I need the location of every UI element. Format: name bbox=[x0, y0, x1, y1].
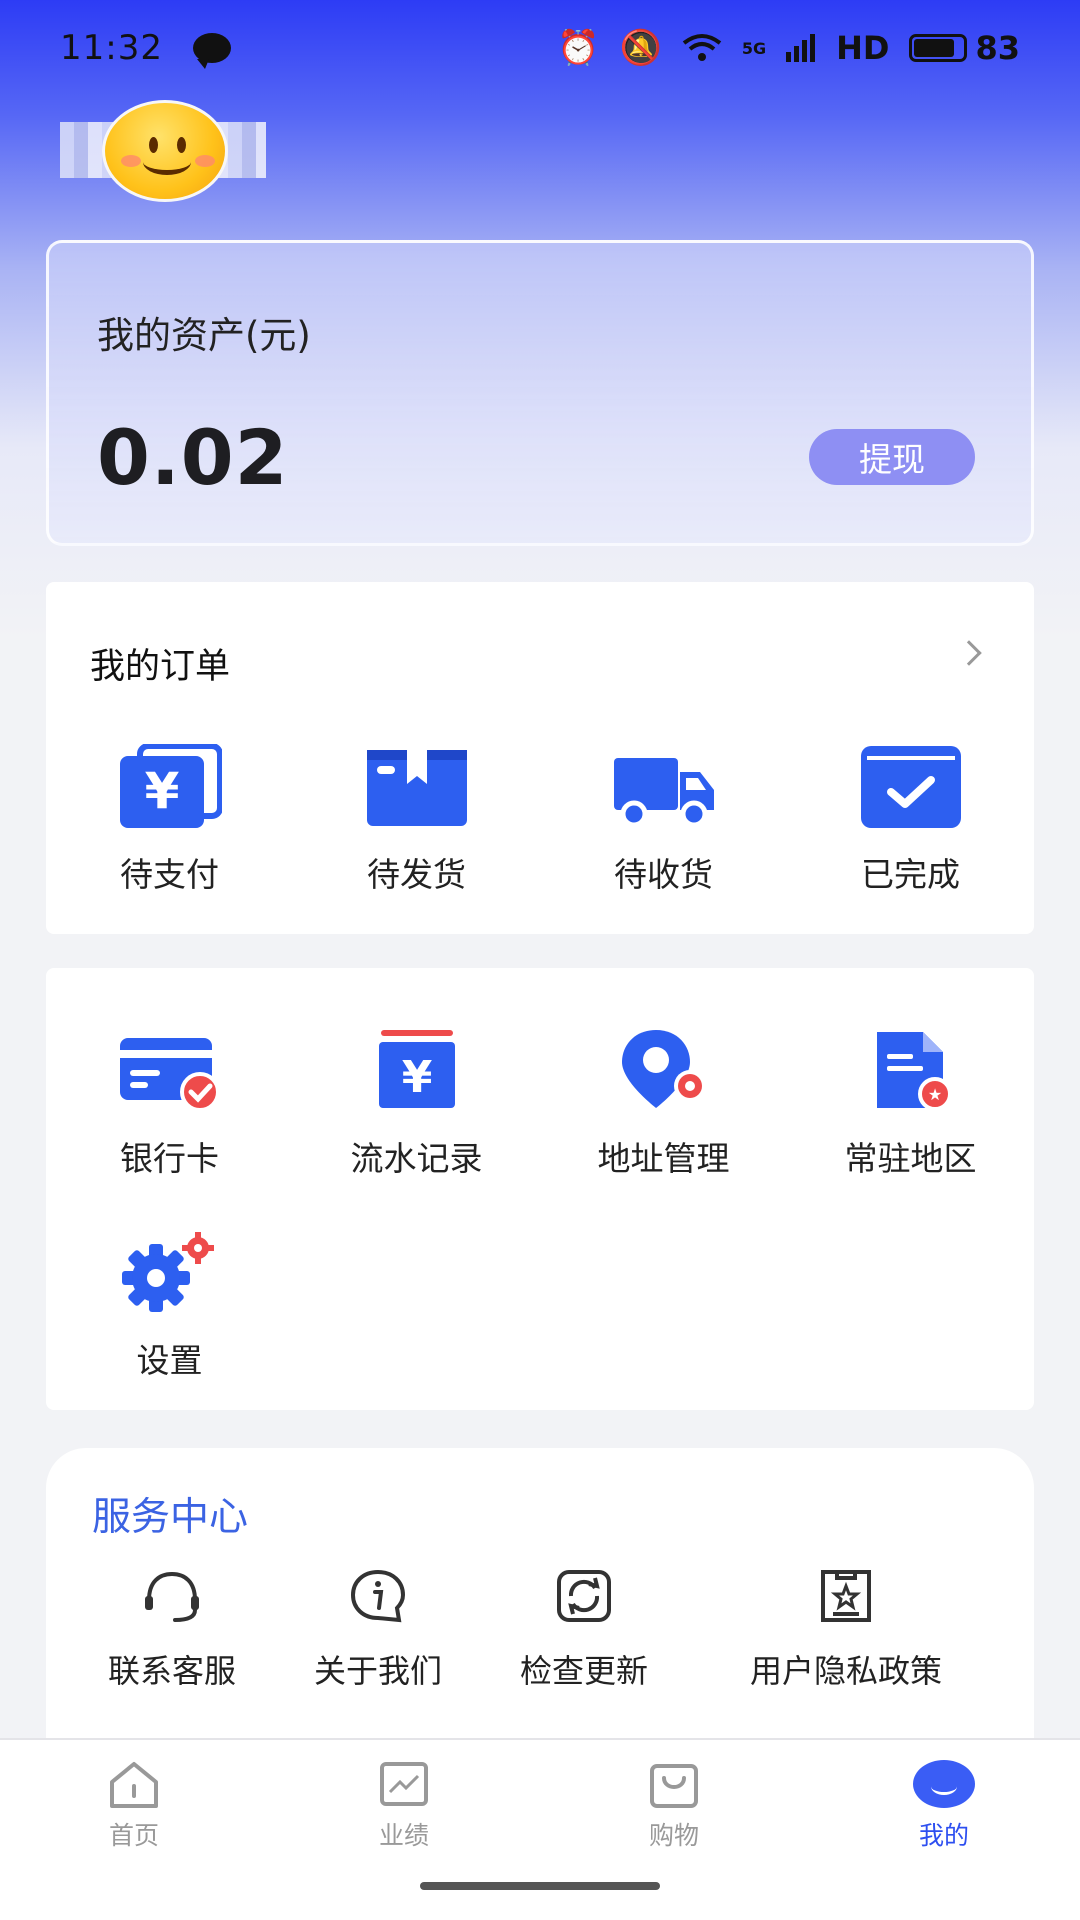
service-check-update[interactable]: 检查更新 bbox=[506, 1568, 662, 1692]
tool-label: 设置 bbox=[136, 1341, 203, 1380]
shopping-bag-icon bbox=[650, 1764, 698, 1808]
refresh-icon bbox=[557, 1570, 611, 1622]
yen-card-icon: ¥ bbox=[119, 744, 222, 828]
package-box-icon bbox=[366, 750, 467, 826]
tools-grid-row-2: 设置 bbox=[46, 1230, 1034, 1382]
service-contact[interactable]: 联系客服 bbox=[94, 1568, 250, 1692]
service-label: 联系客服 bbox=[107, 1652, 236, 1690]
alarm-icon: ⏰ bbox=[557, 28, 600, 68]
order-pending-shipment[interactable]: 待发货 bbox=[293, 744, 540, 896]
asset-title: 我的资产(元) bbox=[97, 314, 311, 357]
service-center-title: 服务中心 bbox=[92, 1495, 249, 1540]
withdraw-button[interactable]: 提现 bbox=[809, 429, 975, 485]
info-bubble-icon bbox=[350, 1569, 406, 1623]
orders-grid: ¥ 待支付 待发货 待收货 已完成 bbox=[46, 744, 1034, 896]
document-badge-icon: ★ bbox=[876, 1032, 952, 1111]
signal-icon bbox=[786, 34, 816, 62]
tool-label: 银行卡 bbox=[120, 1139, 219, 1178]
order-completed[interactable]: 已完成 bbox=[787, 744, 1034, 896]
svg-text:¥: ¥ bbox=[144, 762, 179, 820]
chevron-right-icon[interactable] bbox=[956, 640, 982, 666]
nav-label: 我的 bbox=[918, 1821, 969, 1850]
status-bar: 11:32 ⏰ 🔕 5G HD 83 bbox=[0, 0, 1080, 96]
tools-grid-row-1: 银行卡 ¥ 流水记录 地址管理 ★ 常驻地区 bbox=[46, 1028, 1034, 1180]
smiley-face-icon[interactable] bbox=[102, 100, 228, 202]
service-label: 检查更新 bbox=[519, 1652, 648, 1690]
user-header[interactable] bbox=[60, 100, 266, 202]
battery-icon bbox=[909, 34, 968, 62]
tool-label: 流水记录 bbox=[350, 1139, 483, 1178]
order-pending-receipt[interactable]: 待收货 bbox=[540, 744, 787, 896]
ledger-icon: ¥ bbox=[378, 1030, 455, 1108]
order-pending-payment[interactable]: ¥ 待支付 bbox=[46, 744, 293, 896]
orders-card: 我的订单 ¥ 待支付 待发货 待收货 已完成 bbox=[46, 582, 1034, 934]
chart-icon bbox=[380, 1762, 428, 1806]
nav-me[interactable]: 我的 bbox=[864, 1760, 1024, 1852]
service-label: 用户隐私政策 bbox=[749, 1652, 942, 1690]
home-indicator[interactable] bbox=[420, 1882, 660, 1890]
service-center-card: 服务中心 联系客服 关于我们 检查更新 用户隐私政策 bbox=[46, 1448, 1034, 1738]
order-label: 待支付 bbox=[120, 855, 219, 894]
bottom-nav: 首页 业绩 购物 我的 bbox=[0, 1738, 1080, 1920]
battery-indicator: 83 bbox=[909, 29, 1020, 67]
check-box-icon bbox=[860, 746, 961, 828]
nav-label: 业绩 bbox=[378, 1821, 429, 1850]
home-icon bbox=[110, 1762, 158, 1808]
nav-label: 首页 bbox=[108, 1821, 159, 1850]
status-time: 11:32 bbox=[60, 28, 163, 68]
mute-bell-icon: 🔕 bbox=[619, 28, 662, 68]
location-settings-icon bbox=[621, 1030, 706, 1108]
battery-level: 83 bbox=[975, 29, 1020, 67]
service-privacy-policy[interactable]: 用户隐私政策 bbox=[730, 1568, 962, 1692]
tool-bank-card[interactable]: 银行卡 bbox=[46, 1028, 293, 1180]
hd-label: HD bbox=[836, 29, 890, 67]
orders-title[interactable]: 我的订单 bbox=[90, 638, 230, 689]
privacy-doc-icon bbox=[821, 1570, 871, 1622]
tool-ledger[interactable]: ¥ 流水记录 bbox=[293, 1028, 540, 1180]
service-about[interactable]: 关于我们 bbox=[300, 1568, 456, 1692]
order-label: 待发货 bbox=[367, 855, 466, 894]
tool-label: 常驻地区 bbox=[844, 1139, 977, 1178]
wifi-icon bbox=[682, 34, 722, 61]
network-label: 5G bbox=[741, 38, 767, 58]
truck-icon bbox=[613, 758, 714, 828]
nav-shopping[interactable]: 购物 bbox=[594, 1760, 754, 1852]
profile-icon bbox=[913, 1760, 975, 1808]
tool-settings[interactable]: 设置 bbox=[46, 1230, 293, 1382]
order-label: 已完成 bbox=[861, 855, 960, 894]
nav-home[interactable]: 首页 bbox=[54, 1760, 214, 1852]
tool-address[interactable]: 地址管理 bbox=[540, 1028, 787, 1180]
service-row: 联系客服 关于我们 检查更新 用户隐私政策 bbox=[46, 1568, 1034, 1738]
nav-performance[interactable]: 业绩 bbox=[324, 1760, 484, 1852]
gear-icon bbox=[121, 1232, 214, 1312]
nav-label: 购物 bbox=[648, 1821, 699, 1850]
headset-icon bbox=[145, 1571, 199, 1622]
svg-text:★: ★ bbox=[927, 1085, 941, 1104]
message-icon bbox=[192, 33, 231, 69]
asset-card: 我的资产(元) 0.02 提现 bbox=[46, 240, 1034, 546]
order-label: 待收货 bbox=[614, 855, 713, 894]
tools-card: 银行卡 ¥ 流水记录 地址管理 ★ 常驻地区 设置 bbox=[46, 968, 1034, 1410]
svg-text:¥: ¥ bbox=[401, 1052, 432, 1103]
tool-label: 地址管理 bbox=[597, 1139, 730, 1178]
bank-card-icon bbox=[119, 1038, 220, 1112]
asset-value: 0.02 bbox=[97, 413, 289, 502]
service-label: 关于我们 bbox=[313, 1652, 442, 1690]
tool-resident-region[interactable]: ★ 常驻地区 bbox=[787, 1028, 1034, 1180]
